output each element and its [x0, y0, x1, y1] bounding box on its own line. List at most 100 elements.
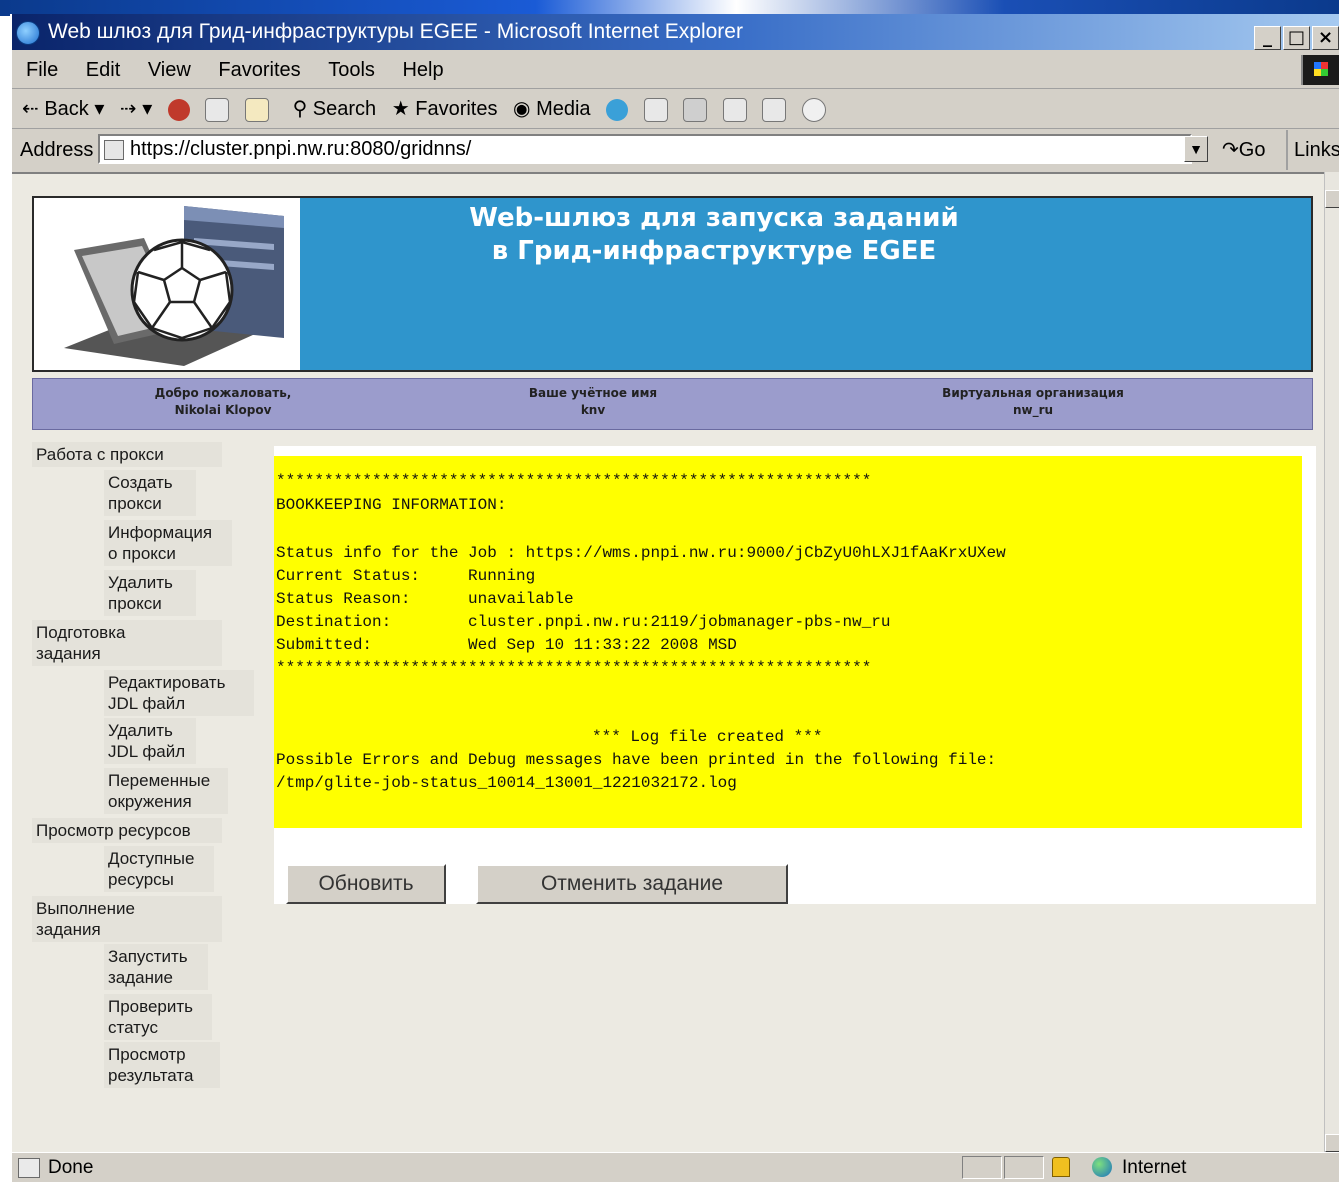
nav-execution-line2: задания [36, 920, 101, 939]
nav-job-prep-line1: Подготовка [36, 623, 126, 642]
edit-icon[interactable] [722, 97, 747, 122]
welcome-block: Добро пожаловать, Nikolai Klopov [113, 385, 333, 419]
forward-button[interactable]: ⇢ ▾ [120, 98, 152, 120]
welcome-name: Nikolai Klopov [174, 403, 272, 417]
nav-env-vars[interactable]: Переменные окружения [104, 768, 228, 814]
menu-edit[interactable]: Edit [86, 59, 120, 81]
links-button[interactable]: Links [1286, 130, 1339, 170]
banner-heading: Web-шлюз для запуска заданий в Грид-инфр… [314, 202, 1114, 268]
nav-available-resources[interactable]: Доступные ресурсы [104, 846, 214, 892]
address-input[interactable]: https://cluster.pnpi.nw.ru:8080/gridnns/ [98, 134, 1192, 164]
nav-available-resources-line1: Доступные [108, 849, 195, 868]
status-bar: Done Internet [12, 1152, 1339, 1182]
welcome-label: Добро пожаловать, [154, 386, 292, 400]
security-zone-label: Internet [1122, 1157, 1187, 1178]
maximize-button[interactable]: □ [1283, 26, 1310, 50]
nav-edit-jdl[interactable]: Редактировать JDL файл [104, 670, 254, 716]
log-header: BOOKKEEPING INFORMATION: [276, 496, 507, 514]
go-label: Go [1238, 139, 1266, 161]
nav-proxy-info[interactable]: Информация о прокси [104, 520, 232, 566]
address-label: Address [20, 139, 94, 161]
home-icon[interactable] [245, 97, 270, 122]
favorites-button[interactable]: ★ Favorites [392, 98, 498, 120]
nav-env-vars-line1: Переменные [108, 771, 211, 790]
log-submitted: Submitted: Wed Sep 10 11:33:22 2008 MSD [276, 636, 737, 654]
nav-create-proxy[interactable]: Создать прокси [104, 470, 196, 516]
minimize-button[interactable]: _ [1254, 26, 1281, 50]
address-dropdown-button[interactable]: ▼ [1184, 136, 1208, 162]
nav-execution-section[interactable]: Выполнение задания [32, 896, 222, 942]
menu-tools[interactable]: Tools [328, 59, 375, 81]
title-bar[interactable]: Web шлюз для Грид-инфраструктуры EGEE - … [12, 14, 1339, 50]
nav-run-job-line1: Запустить [108, 947, 188, 966]
menu-favorites[interactable]: Favorites [218, 59, 300, 81]
windows-flag-icon [1301, 55, 1339, 85]
media-label: Media [536, 98, 591, 120]
window-controls: _ □ × [1252, 19, 1339, 55]
vertical-scrollbar[interactable] [1324, 172, 1339, 1152]
nav-check-status-line2: статус [108, 1018, 158, 1037]
refresh-button[interactable]: Обновить [286, 864, 446, 904]
banner-line-1: Web-шлюз для запуска заданий [469, 203, 959, 233]
ie-logo-icon [16, 21, 40, 45]
messenger-icon[interactable] [801, 97, 826, 122]
nav-run-job[interactable]: Запустить задание [104, 944, 208, 990]
page-content: Web-шлюз для запуска заданий в Грид-инфр… [12, 172, 1324, 1152]
nav-delete-proxy-line1: Удалить [108, 573, 173, 592]
nav-delete-jdl[interactable]: Удалить JDL файл [104, 718, 196, 764]
nav-view-result-line2: результата [108, 1066, 194, 1085]
job-status-panel: ****************************************… [274, 446, 1316, 904]
search-button[interactable]: ⚲ Search [293, 98, 377, 120]
account-value: knv [580, 403, 606, 417]
nav-proxy-info-line2: о прокси [108, 544, 176, 563]
discuss-icon[interactable] [762, 97, 787, 122]
log-separator-top: ****************************************… [276, 472, 872, 490]
log-file-path: /tmp/glite-job-status_10014_13001_122103… [276, 774, 737, 792]
refresh-icon[interactable] [205, 97, 230, 122]
nav-edit-jdl-line1: Редактировать [108, 673, 226, 692]
search-label: Search [312, 98, 377, 120]
menu-view[interactable]: View [148, 59, 191, 81]
job-log-output: ****************************************… [274, 456, 1302, 828]
vo-label: Виртуальная организация [942, 386, 1124, 400]
nav-job-prep-line2: задания [36, 644, 101, 663]
nav-resources-section[interactable]: Просмотр ресурсов [32, 818, 222, 843]
stop-icon[interactable] [167, 98, 190, 121]
close-button[interactable]: × [1312, 26, 1339, 50]
nav-env-vars-line2: окружения [108, 792, 192, 811]
go-button[interactable]: ↷Go [1222, 130, 1265, 170]
grid-logo-image [34, 198, 300, 370]
user-info-bar: Добро пожаловать, Nikolai Klopov Ваше уч… [32, 378, 1313, 430]
nav-view-result-line1: Просмотр [108, 1045, 186, 1064]
banner-line-2: в Грид-инфраструктуре EGEE [491, 236, 937, 266]
menu-file[interactable]: File [26, 59, 58, 81]
menu-help[interactable]: Help [402, 59, 443, 81]
page-icon [104, 140, 124, 160]
scroll-down-button[interactable] [1325, 1134, 1339, 1152]
print-icon[interactable] [683, 97, 708, 122]
cancel-job-button[interactable]: Отменить задание [476, 864, 788, 904]
account-label: Ваше учётное имя [528, 386, 658, 400]
back-label: Back [44, 98, 89, 120]
media-button[interactable]: ◉ Media [513, 98, 591, 120]
nav-check-status-line1: Проверить [108, 997, 194, 1016]
menu-bar: File Edit View Favorites Tools Help [12, 52, 1339, 89]
nav-delete-jdl-line2: JDL файл [108, 742, 186, 761]
nav-job-prep-section[interactable]: Подготовка задания [32, 620, 222, 666]
scroll-up-button[interactable] [1325, 190, 1339, 208]
vo-block: Виртуальная организация nw_ru [913, 385, 1153, 419]
history-icon[interactable] [606, 98, 629, 121]
nav-delete-proxy[interactable]: Удалить прокси [104, 570, 196, 616]
nav-create-proxy-line2: прокси [108, 494, 162, 513]
nav-execution-line1: Выполнение [36, 899, 135, 918]
nav-check-status[interactable]: Проверить статус [104, 994, 212, 1040]
nav-proxy-section[interactable]: Работа с прокси [32, 442, 222, 467]
status-segment-1 [962, 1156, 1002, 1179]
browser-window: Web шлюз для Грид-инфраструктуры EGEE - … [10, 14, 1339, 1182]
mail-icon[interactable] [643, 97, 668, 122]
back-button[interactable]: ⇠ Back ▾ [22, 98, 104, 120]
nav-run-job-line2: задание [108, 968, 173, 987]
nav-delete-jdl-line1: Удалить [108, 721, 173, 740]
nav-view-result[interactable]: Просмотр результата [104, 1042, 220, 1088]
nav-edit-jdl-line2: JDL файл [108, 694, 186, 713]
